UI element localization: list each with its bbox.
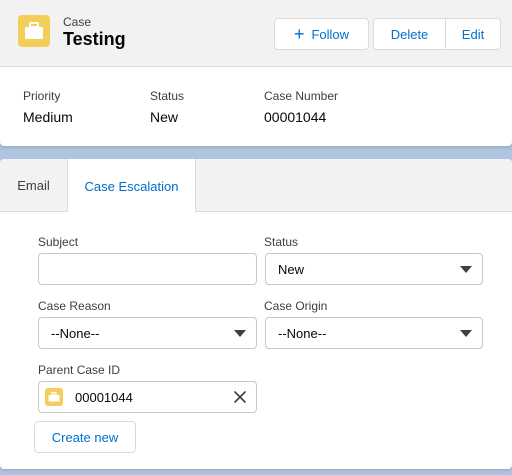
- subject-input[interactable]: [38, 253, 257, 285]
- create-new-button[interactable]: Create new: [34, 421, 136, 453]
- case-reason-value: --None--: [51, 325, 100, 341]
- field-value: New: [150, 109, 179, 125]
- tab-bar: Email Case Escalation: [0, 159, 512, 213]
- edit-button[interactable]: Edit: [445, 18, 501, 50]
- follow-button[interactable]: + Follow: [274, 18, 369, 50]
- delete-button[interactable]: Delete: [373, 18, 446, 50]
- case-origin-select[interactable]: --None--: [265, 317, 483, 349]
- follow-label: Follow: [311, 26, 350, 42]
- caret-down-icon: [460, 266, 472, 273]
- case-origin-label: Case Origin: [264, 299, 328, 313]
- publisher-card: Email Case Escalation Subject Status New…: [0, 159, 512, 469]
- parent-case-lookup[interactable]: 00001044: [38, 381, 257, 413]
- case-reason-select[interactable]: --None--: [38, 317, 257, 349]
- field-label: Case Number: [264, 89, 339, 103]
- status-value: New: [278, 261, 305, 277]
- record-title: Testing: [63, 29, 126, 49]
- status-label: Status: [264, 235, 299, 249]
- highlight-field-priority: Priority Medium: [23, 89, 73, 125]
- field-label: Status: [150, 89, 185, 103]
- object-type-label: Case: [63, 15, 92, 29]
- subject-label: Subject: [38, 235, 79, 249]
- record-header: Case Testing + Follow Delete Edit Priori…: [0, 0, 512, 146]
- case-origin-value: --None--: [278, 325, 327, 341]
- highlight-field-status: Status New: [150, 89, 184, 125]
- plus-icon: +: [293, 24, 305, 44]
- status-select[interactable]: New: [265, 253, 483, 285]
- close-icon[interactable]: [233, 390, 247, 404]
- highlight-field-case-number: Case Number 00001044: [264, 89, 338, 125]
- tab-email[interactable]: Email: [0, 159, 68, 212]
- field-value: 00001044: [264, 109, 327, 125]
- caret-down-icon: [460, 330, 472, 337]
- briefcase-icon: [45, 388, 63, 406]
- field-label: Priority: [23, 89, 61, 103]
- parent-case-value: 00001044: [75, 389, 133, 405]
- caret-down-icon: [234, 330, 246, 337]
- case-reason-label: Case Reason: [38, 299, 111, 313]
- briefcase-icon: [18, 15, 50, 47]
- record-header-top: Case Testing + Follow Delete Edit: [0, 0, 512, 67]
- tab-case-escalation[interactable]: Case Escalation: [68, 159, 196, 213]
- field-value: Medium: [23, 109, 73, 125]
- parent-case-label: Parent Case ID: [38, 363, 121, 377]
